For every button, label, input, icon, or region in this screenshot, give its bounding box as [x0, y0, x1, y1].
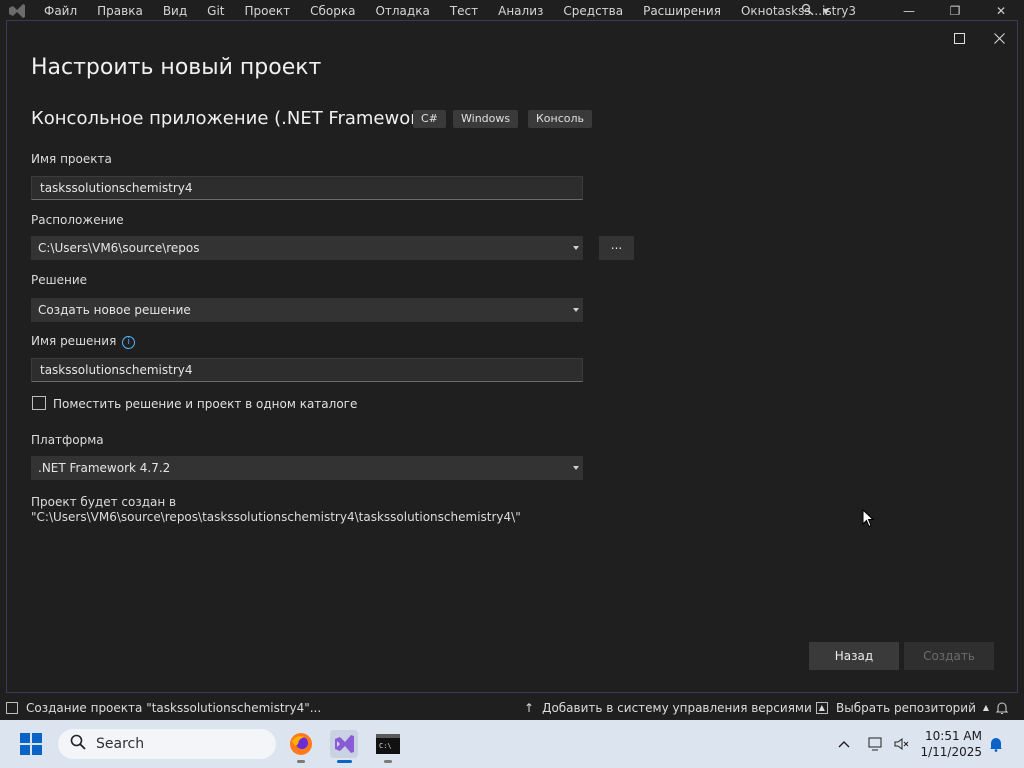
solution-dropdown[interactable]: Создать новое решение — [31, 298, 583, 322]
tag-type: Консоль — [528, 110, 593, 128]
search-icon — [70, 734, 86, 754]
project-name-input[interactable]: taskssolutionschemistry4 — [31, 176, 583, 200]
status-bar: Создание проекта "taskssolutionschemistr… — [0, 695, 1024, 720]
status-message: Создание проекта "taskssolutionschemistr… — [26, 700, 322, 715]
menu-project[interactable]: Проект — [235, 0, 301, 22]
project-path-info: Проект будет создан в "C:\Users\VM6\sour… — [31, 495, 521, 524]
clock-time: 10:51 AM — [925, 729, 982, 743]
framework-dropdown-arrow-icon[interactable] — [573, 466, 579, 470]
close-icon[interactable]: ✕ — [978, 0, 1024, 22]
tag-platform: Windows — [453, 110, 519, 128]
network-display-icon[interactable] — [868, 720, 884, 768]
menu-view[interactable]: Вид — [153, 0, 197, 22]
firefox-running-indicator — [297, 760, 305, 763]
caret-up-icon: ▲ — [982, 703, 990, 712]
repository-label: Выбрать репозиторий — [836, 700, 976, 715]
menu-tools[interactable]: Средства — [553, 0, 633, 22]
dialog-close-icon[interactable] — [984, 27, 1014, 49]
solution-name-label: Имя решения — [31, 334, 117, 348]
status-box-icon — [6, 701, 18, 714]
solution-name-label-row: Имя решения i — [31, 334, 136, 349]
title-area: taskss...istry3 — ❐ ✕ — [753, 0, 1024, 22]
same-directory-checkbox[interactable] — [32, 396, 46, 410]
location-combobox[interactable]: C:\Users\VM6\source\repos — [31, 236, 583, 260]
menu-extensions[interactable]: Расширения — [633, 0, 731, 22]
back-button[interactable]: Назад — [809, 642, 899, 670]
restore-icon[interactable]: ❐ — [932, 0, 978, 22]
info-icon[interactable]: i — [122, 336, 136, 349]
mouse-cursor-icon — [862, 508, 875, 531]
terminal-icon[interactable]: C:\ — [374, 730, 402, 758]
browse-button[interactable]: ... — [599, 236, 634, 260]
menu-test[interactable]: Тест — [440, 0, 488, 22]
maximize-icon[interactable] — [944, 27, 974, 49]
notifications-bell-icon[interactable] — [996, 695, 1008, 720]
menu-debug[interactable]: Отладка — [365, 0, 439, 22]
menu-git[interactable]: Git — [197, 0, 234, 22]
framework-label: Платформа — [31, 433, 104, 447]
windows-taskbar: Search C:\ 10:51 AM 1/11/2025 — [0, 720, 1024, 768]
solution-title: taskss...istry3 — [772, 4, 856, 18]
minimize-icon[interactable]: — — [886, 0, 932, 22]
windows-start-icon[interactable] — [20, 733, 42, 755]
visual-studio-taskbar-icon[interactable] — [330, 730, 358, 758]
location-value: C:\Users\VM6\source\repos — [38, 241, 200, 255]
notification-bell-icon[interactable] — [988, 720, 1004, 768]
tray-show-hidden-icon[interactable] — [838, 720, 850, 768]
create-button[interactable]: Создать — [904, 642, 994, 670]
visual-studio-logo-icon — [0, 0, 34, 22]
solution-value: Создать новое решение — [38, 303, 191, 317]
project-name-label: Имя проекта — [31, 152, 112, 166]
visual-studio-active-indicator — [337, 760, 352, 763]
solution-label: Решение — [31, 273, 88, 287]
menu-edit[interactable]: Правка — [87, 0, 153, 22]
solution-dropdown-arrow-icon[interactable] — [573, 308, 579, 312]
select-repository[interactable]: Выбрать репозиторий ▲ — [816, 695, 989, 720]
taskbar-clock[interactable]: 10:51 AM 1/11/2025 — [918, 728, 982, 760]
repository-icon — [816, 701, 828, 714]
volume-muted-icon[interactable] — [894, 720, 910, 768]
svg-text:C:\: C:\ — [379, 742, 392, 750]
clock-date: 1/11/2025 — [920, 745, 982, 759]
tag-language: C# — [413, 110, 446, 128]
menu-build[interactable]: Сборка — [300, 0, 365, 22]
menu-analyze[interactable]: Анализ — [488, 0, 553, 22]
framework-value: .NET Framework 4.7.2 — [38, 461, 171, 475]
template-name: Консольное приложение (.NET Framework) — [31, 108, 436, 129]
add-to-source-control[interactable]: ↑ Добавить в систему управления версиями… — [524, 695, 825, 720]
dialog-title: Настроить новый проект — [31, 55, 322, 80]
source-control-label: Добавить в систему управления версиями — [542, 700, 812, 715]
framework-dropdown[interactable]: .NET Framework 4.7.2 — [31, 456, 583, 480]
location-label: Расположение — [31, 213, 124, 227]
menu-file[interactable]: Файл — [34, 0, 87, 22]
configure-project-dialog: Настроить новый проект Консольное прилож… — [6, 20, 1018, 693]
location-dropdown-arrow-icon[interactable] — [573, 246, 579, 250]
taskbar-search-box[interactable]: Search — [58, 729, 276, 759]
same-directory-checkbox-label[interactable]: Поместить решение и проект в одном катал… — [53, 397, 357, 411]
status-message-area: Создание проекта "taskssolutionschemistr… — [6, 695, 321, 720]
firefox-icon[interactable] — [287, 730, 315, 758]
arrow-up-icon: ↑ — [524, 700, 535, 715]
search-placeholder: Search — [96, 736, 145, 752]
solution-name-input[interactable]: taskssolutionschemistry4 — [31, 358, 583, 382]
menu-bar: Файл Правка Вид Git Проект Сборка Отладк… — [0, 0, 1024, 22]
terminal-running-indicator — [384, 760, 392, 763]
